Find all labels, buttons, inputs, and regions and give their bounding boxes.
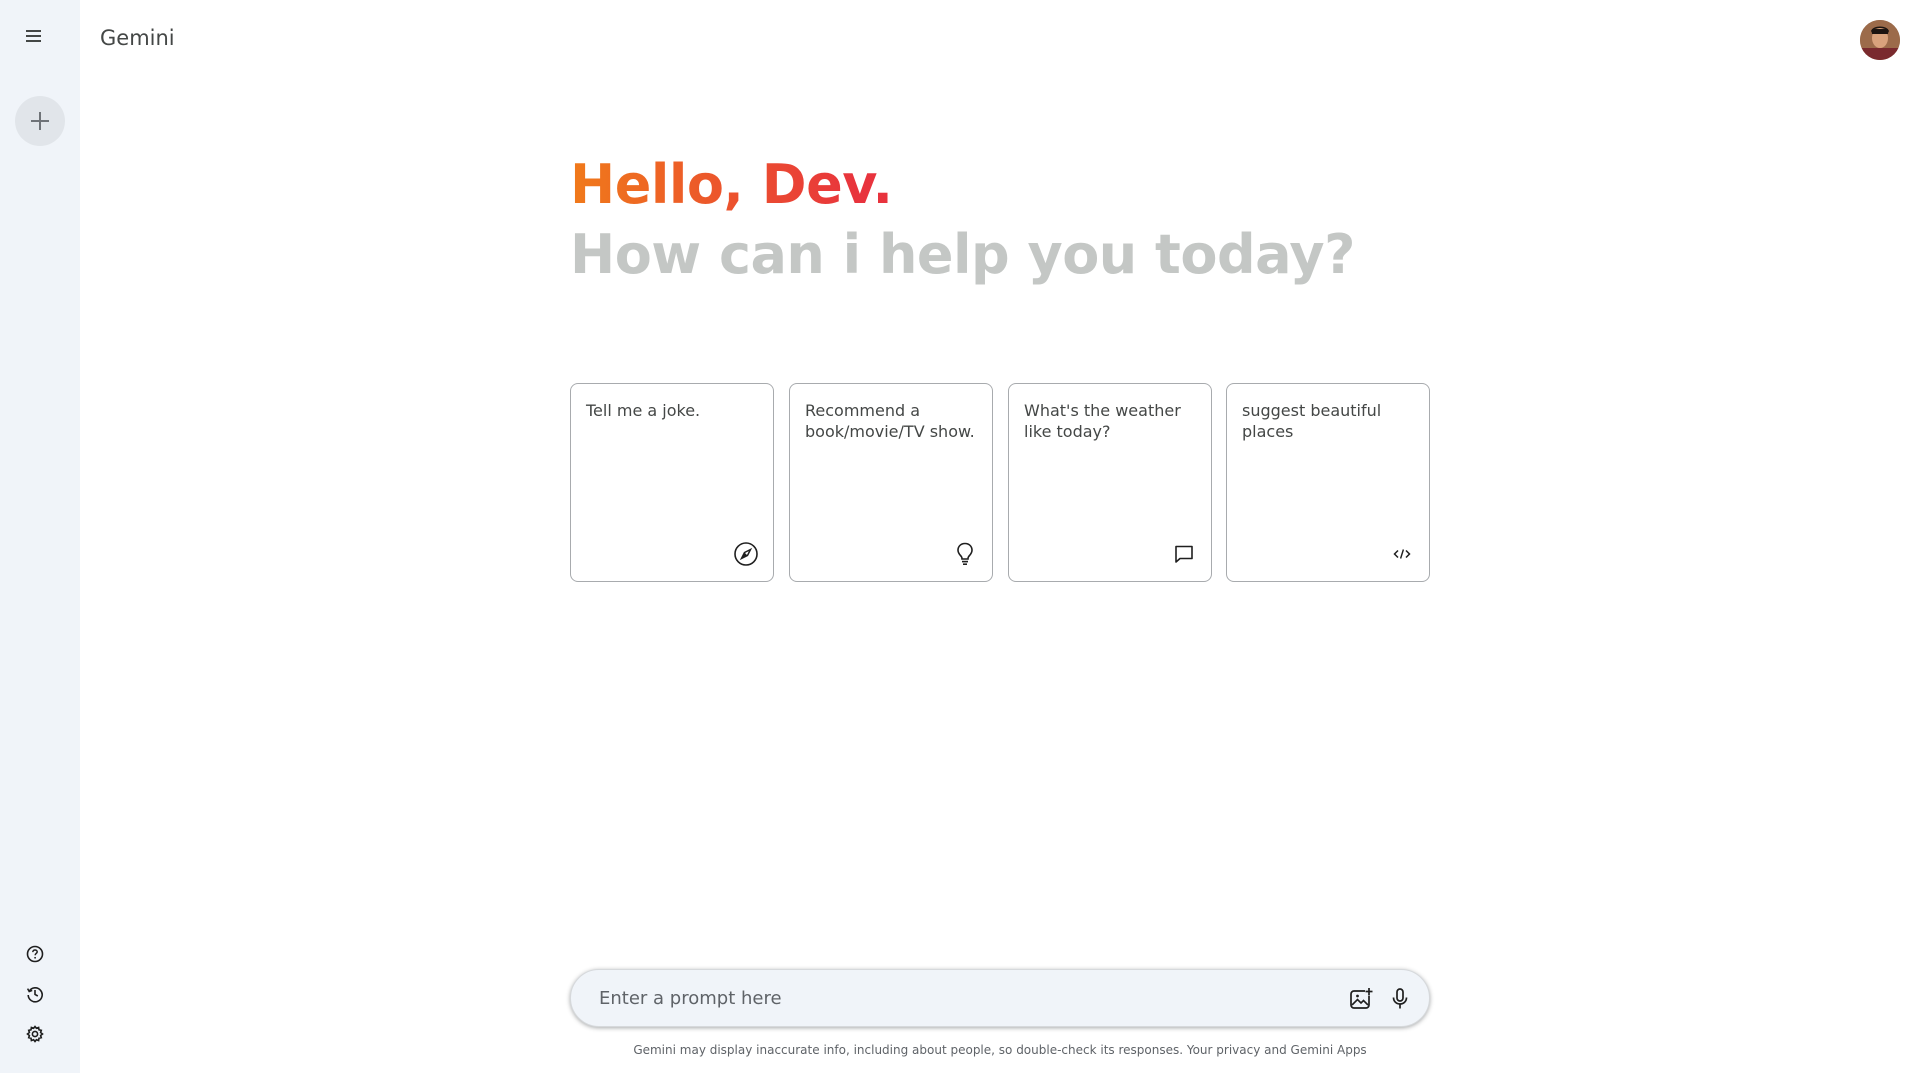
menu-icon bbox=[26, 30, 41, 32]
plus-icon bbox=[31, 112, 49, 130]
history-button[interactable] bbox=[0, 977, 70, 1009]
sidebar bbox=[0, 0, 80, 1073]
avatar[interactable] bbox=[1860, 20, 1900, 60]
app-title: Gemini bbox=[100, 26, 175, 50]
lightbulb-icon bbox=[957, 542, 973, 566]
menu-icon-line bbox=[26, 35, 41, 37]
suggestion-card[interactable]: What's the weather like today? bbox=[1008, 383, 1212, 582]
settings-icon bbox=[26, 1025, 44, 1043]
prompt-input[interactable] bbox=[599, 970, 1299, 1026]
menu-icon-line bbox=[26, 40, 41, 42]
subtitle: How can i help you today? bbox=[570, 223, 1355, 286]
suggestion-card[interactable]: suggest beautiful places bbox=[1226, 383, 1430, 582]
card-text: Tell me a joke. bbox=[586, 401, 701, 420]
card-text: What's the weather like today? bbox=[1024, 401, 1181, 441]
card-text: Recommend a book/movie/TV show. bbox=[805, 401, 975, 441]
suggestion-card[interactable]: Tell me a joke. bbox=[570, 383, 774, 582]
help-button[interactable] bbox=[0, 937, 70, 969]
menu-button[interactable] bbox=[22, 24, 48, 46]
suggestion-card[interactable]: Recommend a book/movie/TV show. bbox=[789, 383, 993, 582]
greeting: Hello, Dev. bbox=[570, 153, 893, 216]
settings-button[interactable] bbox=[0, 1017, 70, 1049]
code-icon bbox=[1393, 549, 1411, 559]
prompt-bar bbox=[570, 969, 1430, 1027]
new-chat-button[interactable] bbox=[15, 96, 65, 146]
add-image-icon[interactable] bbox=[1347, 985, 1375, 1013]
compass-icon bbox=[734, 542, 758, 566]
mic-icon[interactable] bbox=[1386, 985, 1414, 1013]
disclaimer: Gemini may display inaccurate info, incl… bbox=[633, 1043, 1367, 1057]
history-icon bbox=[26, 987, 43, 1003]
card-text: suggest beautiful places bbox=[1242, 401, 1382, 441]
help-icon bbox=[26, 945, 44, 963]
user-avatar-icon bbox=[1860, 20, 1900, 60]
message-icon bbox=[1175, 545, 1193, 563]
